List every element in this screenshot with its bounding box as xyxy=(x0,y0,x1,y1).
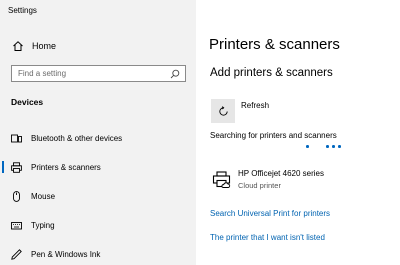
printer-type: Cloud printer xyxy=(238,181,281,190)
progress-dot xyxy=(332,145,335,148)
sidebar-item-printers[interactable]: Printers & scanners xyxy=(0,156,196,178)
refresh-label: Refresh xyxy=(241,101,270,110)
progress-dot xyxy=(326,145,329,148)
add-printers-heading: Add printers & scanners xyxy=(210,67,333,79)
sidebar-item-label: Mouse xyxy=(31,191,56,201)
printer-icon xyxy=(11,161,22,173)
search-input[interactable] xyxy=(12,66,170,81)
progress-dot xyxy=(306,145,309,148)
refresh-icon xyxy=(218,105,228,116)
home-icon xyxy=(13,41,23,51)
bluetooth-devices-icon xyxy=(11,134,22,142)
sidebar-item-label: Bluetooth & other devices xyxy=(31,133,123,143)
search-universal-print-link[interactable]: Search Universal Print for printers xyxy=(210,209,330,218)
sidebar-item-label: Pen & Windows Ink xyxy=(31,249,101,259)
progress-dot xyxy=(338,145,341,148)
search-icon[interactable] xyxy=(170,69,180,79)
selection-indicator xyxy=(2,161,4,173)
cloud-printer-icon xyxy=(212,171,231,188)
main-panel: Printers & scanners Add printers & scann… xyxy=(196,0,400,265)
sidebar-item-label: Printers & scanners xyxy=(31,162,101,172)
printer-list-item[interactable]: HP Officejet 4620 series Cloud printer xyxy=(210,167,395,193)
devices-section-title: Devices xyxy=(11,97,44,107)
keyboard-icon xyxy=(11,221,22,229)
pen-icon xyxy=(11,248,22,260)
refresh-button[interactable] xyxy=(211,99,235,123)
progress-dots xyxy=(306,144,356,150)
sidebar-item-label: Typing xyxy=(31,220,55,230)
home-nav-item[interactable]: Home xyxy=(12,40,56,52)
sidebar-item-mouse[interactable]: Mouse xyxy=(0,185,196,207)
home-label: Home xyxy=(32,41,57,51)
sidebar-item-typing[interactable]: Typing xyxy=(0,214,196,236)
printer-not-listed-link[interactable]: The printer that I want isn't listed xyxy=(210,233,325,242)
sidebar-item-bluetooth[interactable]: Bluetooth & other devices xyxy=(0,127,196,149)
sidebar-item-pen[interactable]: Pen & Windows Ink xyxy=(0,243,196,265)
window-title: Settings xyxy=(8,6,37,15)
mouse-icon xyxy=(13,190,20,202)
printer-name: HP Officejet 4620 series xyxy=(238,169,324,178)
searching-status: Searching for printers and scanners xyxy=(210,131,337,140)
page-title: Printers & scanners xyxy=(209,36,340,53)
find-setting-search-box[interactable] xyxy=(11,65,186,82)
sidebar: Settings Home Devices Bluetooth & other … xyxy=(0,0,196,265)
